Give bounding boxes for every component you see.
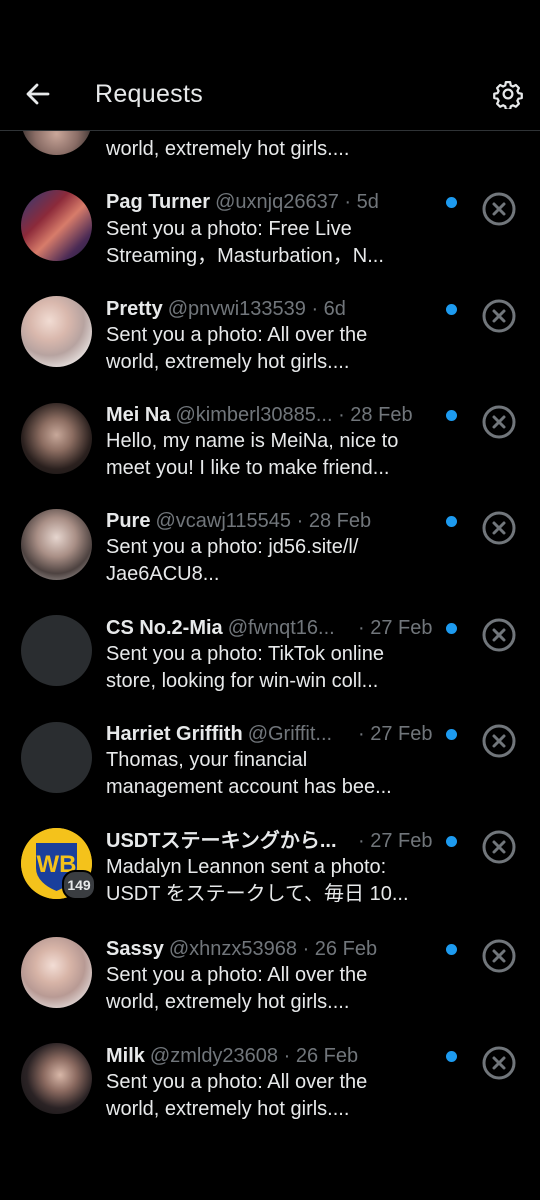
sender-name: Sassy [106,938,164,960]
close-circle-icon [482,830,516,864]
avatar [21,509,92,580]
sender-handle: @pnvwi133539 [167,298,306,320]
message-time: · 28 Feb [296,510,372,532]
sender-name: USDTステーキングから... [106,830,337,852]
sender-line: USDTステーキングから... [106,828,356,854]
message-preview: Sent you a photo: All over the world, ex… [106,324,368,373]
message-preview: Sent you a photo: All over the world, ex… [106,1071,368,1120]
dismiss-button[interactable] [481,298,517,334]
close-circle-icon [482,1046,516,1080]
arrow-left-icon [26,83,50,105]
message-time: · 26 Feb [283,1045,359,1067]
back-button[interactable] [20,76,56,112]
sender-name: Harriet Griffith [106,723,243,745]
close-circle-icon [482,405,516,439]
sender-handle: @kimberl30885... [175,404,333,426]
close-circle-icon [482,618,516,652]
sender-name: Pag Turner [106,191,211,213]
avatar [21,937,92,1008]
message-time: · 27 Feb [358,723,433,745]
sender-name: Pretty [106,298,163,320]
message-preview: Sent you a photo: jd56.site/l/ Jae6ACU8.… [106,536,359,585]
sender-line: Mei Na @kimberl30885... · 28 Feb [106,402,436,428]
sender-line: Milk @zmldy23608 · 26 Feb [106,1043,436,1069]
message-preview: Sent you a photo: Free Live Streaming，Ma… [106,218,384,267]
close-circle-icon [482,724,516,758]
avatar-count-badge: 149 [62,870,96,900]
dismiss-button[interactable] [481,1045,517,1081]
sender-line: Pag Turner @uxnjq26637 · 5d [106,189,436,215]
unread-dot [446,1051,457,1062]
dismiss-button[interactable] [481,723,517,759]
sender-handle: @xhnzx53968 [168,938,298,960]
unread-dot [446,516,457,527]
sender-handle: @vcawj115545 [155,510,292,532]
requests-list: world, extremely hot girls.... Pag Turne… [0,0,540,1200]
dismiss-button[interactable] [481,191,517,227]
avatar [21,403,92,474]
message-time: · 27 Feb [358,617,433,639]
dismiss-button[interactable] [481,617,517,653]
message-time: · 5d [344,191,379,213]
sender-name: Milk [106,1045,145,1067]
message-preview: world, extremely hot girls.... [106,138,350,160]
avatar [21,190,92,261]
page-title: Requests [95,80,204,108]
sender-handle: @uxnjq26637 [215,191,339,213]
unread-dot [446,410,457,421]
message-preview: Thomas, your financial management accoun… [106,749,392,798]
avatar [21,722,92,793]
sender-handle: @Griffit... [247,723,333,745]
message-time: · 27 Feb [358,830,433,852]
sender-handle: @fwnqt16... [227,617,335,639]
sender-line: Pretty @pnvwi133539 · 6d [106,296,436,322]
avatar [21,1043,92,1114]
gear-icon [493,81,523,109]
message-preview: Sent you a photo: All over the world, ex… [106,964,368,1013]
sender-line: Harriet Griffith @Griffit... [106,721,356,747]
sender-line: CS No.2-Mia @fwnqt16... [106,615,356,641]
dismiss-button[interactable] [481,938,517,974]
sender-handle: @zmldy23608 [149,1045,279,1067]
unread-dot [446,944,457,955]
dismiss-button[interactable] [481,404,517,440]
close-circle-icon [482,511,516,545]
message-time: · 6d [311,298,346,320]
top-app-bar: Requests [0,0,540,131]
unread-dot [446,304,457,315]
sender-line: Sassy @xhnzx53968 · 26 Feb [106,936,436,962]
message-time: · 26 Feb [302,938,378,960]
message-preview: Sent you a photo: TikTok online store, l… [106,643,384,692]
sender-line: Pure @vcawj115545 · 28 Feb [106,508,436,534]
avatar [21,296,92,367]
unread-dot [446,836,457,847]
settings-button[interactable] [490,76,526,112]
unread-dot [446,623,457,634]
dismiss-button[interactable] [481,510,517,546]
close-circle-icon [482,192,516,226]
message-preview: Hello, my name is MeiNa, nice to meet yo… [106,430,399,479]
dismiss-button[interactable] [481,829,517,865]
sender-name: CS No.2-Mia [106,617,223,639]
message-preview: Madalyn Leannon sent a photo: USDT をステーク… [106,856,409,905]
close-circle-icon [482,939,516,973]
unread-dot [446,729,457,740]
sender-name: Mei Na [106,404,171,426]
close-circle-icon [482,299,516,333]
avatar [21,615,92,686]
sender-name: Pure [106,510,151,532]
message-time: · 28 Feb [338,404,413,426]
unread-dot [446,197,457,208]
